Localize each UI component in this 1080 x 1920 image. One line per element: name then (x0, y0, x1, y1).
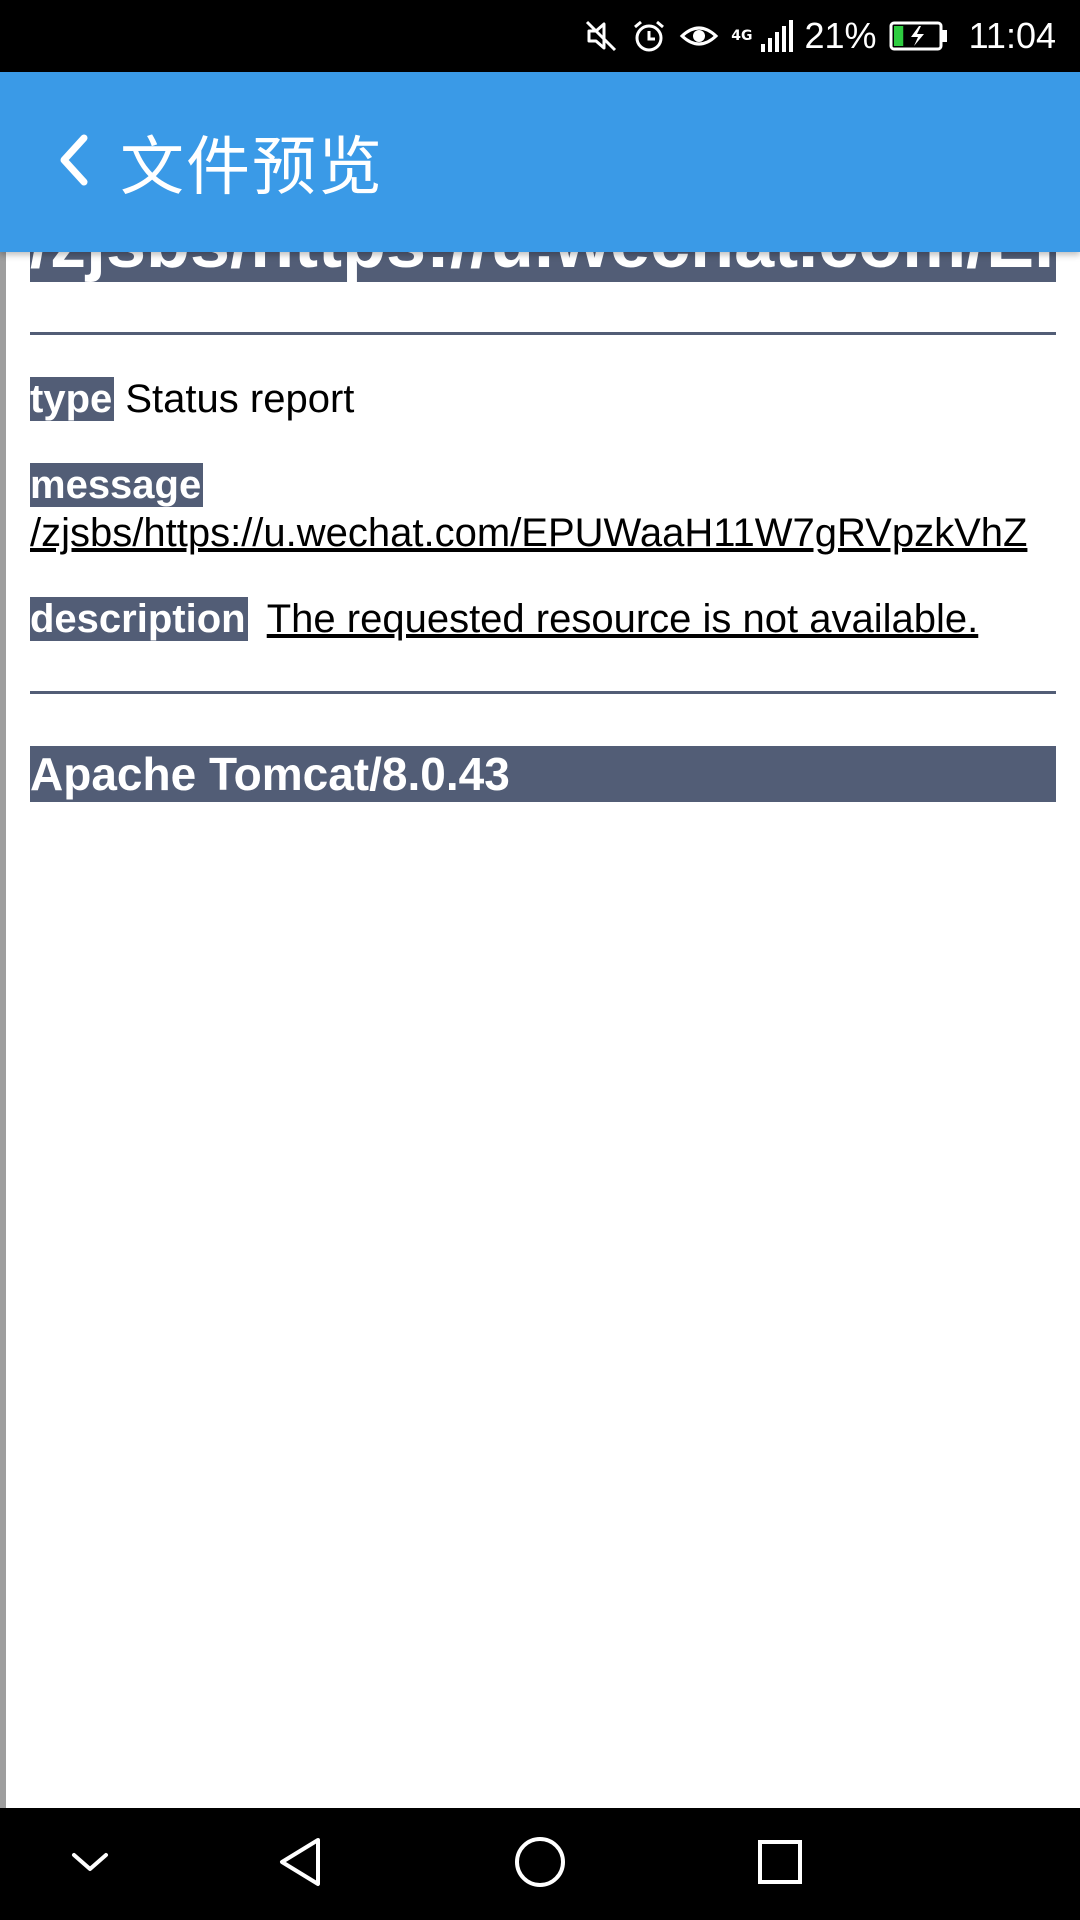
chevron-left-icon (54, 130, 94, 195)
type-row: type Status report (30, 375, 1056, 423)
eye-icon (679, 18, 719, 54)
type-label: type (30, 377, 115, 421)
home-circle-icon (512, 1834, 568, 1895)
server-footer: Apache Tomcat/8.0.43 (30, 746, 1056, 802)
home-button[interactable] (490, 1808, 590, 1920)
nav-bar (0, 1808, 1080, 1920)
message-row: message /zjsbs/https://u.wechat.com/EPUW… (30, 461, 1056, 557)
back-button[interactable] (44, 122, 104, 202)
mute-icon (583, 18, 619, 54)
error-page: /zjsbs/https://u.wechat.com/EPUWaaH11W7g… (30, 252, 1056, 802)
signal-icon (759, 18, 793, 54)
network-type-label: 4G (731, 28, 753, 44)
description-row: description The requested resource is no… (30, 595, 1056, 643)
divider (30, 332, 1056, 335)
status-bar: 4G 21% 11:04 (0, 0, 1080, 72)
page-title: 文件预览 (120, 131, 384, 205)
status-icons: 4G 21% 11:04 (583, 15, 1056, 57)
collapse-icon (68, 1847, 112, 1882)
description-label: description (30, 597, 248, 641)
divider (30, 691, 1056, 694)
type-value: Status report (125, 377, 355, 421)
back-triangle-icon (274, 1834, 326, 1895)
app-bar: 文件预览 (0, 72, 1080, 252)
recents-button[interactable] (730, 1808, 830, 1920)
clock: 11:04 (968, 15, 1056, 56)
web-view[interactable]: /zjsbs/https://u.wechat.com/EPUWaaH11W7g… (0, 252, 1080, 1808)
back-nav-button[interactable] (250, 1808, 350, 1920)
message-label: message (30, 463, 204, 507)
alarm-icon (631, 18, 667, 54)
message-value: /zjsbs/https://u.wechat.com/EPUWaaH11W7g… (30, 511, 1028, 555)
collapse-button[interactable] (40, 1808, 140, 1920)
battery-charging-icon (889, 20, 949, 52)
error-heading: /zjsbs/https://u.wechat.com/EPUWaaH11W7g… (30, 252, 1056, 282)
battery-percent: 21% (804, 15, 877, 56)
description-value: The requested resource is not available. (266, 597, 979, 641)
recents-square-icon (754, 1836, 806, 1893)
